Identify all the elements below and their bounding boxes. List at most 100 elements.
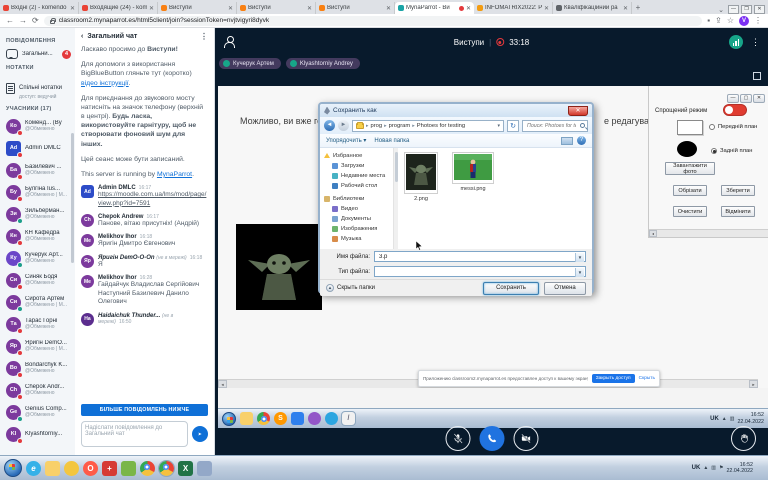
nav-back-button[interactable]: ◄	[324, 120, 335, 131]
forward-icon[interactable]: →	[19, 17, 27, 25]
close-icon[interactable]: ✕	[544, 5, 549, 12]
mynaparrot-link[interactable]: MynaParrot	[157, 171, 192, 178]
organize-menu[interactable]: Упорядочить ▾	[326, 137, 366, 144]
participant-row[interactable]: GeGenius Comp...@Обмежено	[6, 401, 71, 423]
breadcrumb-dropdown-icon[interactable]: ▾	[497, 123, 500, 129]
photo-tool-icon[interactable]	[121, 461, 136, 476]
audio-button[interactable]	[479, 426, 504, 451]
chat-messages[interactable]: Ласкаво просимо до Виступи! Для допомоги…	[81, 45, 208, 401]
tree-item-videos[interactable]: Видео	[324, 204, 393, 214]
close-icon[interactable]: ✕	[386, 5, 391, 12]
views-icon[interactable]	[561, 137, 573, 145]
user-icon[interactable]	[223, 36, 235, 48]
close-icon[interactable]: ✕	[466, 5, 471, 12]
sidebar-scrollbar[interactable]	[71, 133, 74, 263]
tab-qualification[interactable]: Кваліфікаційний ра✕	[553, 2, 632, 14]
restore-button[interactable]: ❐	[741, 5, 752, 14]
foreground-swatch[interactable]	[677, 120, 703, 135]
chrome-icon[interactable]	[140, 461, 155, 476]
language-indicator[interactable]: UK	[692, 465, 701, 471]
lock-icon[interactable]	[50, 20, 55, 24]
tab-vystupy-2[interactable]: Виступи✕	[237, 2, 316, 14]
new-tab-button[interactable]: +	[632, 2, 644, 14]
nav-forward-button[interactable]: ►	[338, 120, 349, 131]
tab-vystupy-3[interactable]: Виступи✕	[316, 2, 395, 14]
browser-menu-icon[interactable]: ⋮	[754, 17, 762, 25]
excel-icon[interactable]: X	[178, 461, 193, 476]
internet-explorer-icon[interactable]: e	[26, 461, 41, 476]
dialog-save-button[interactable]: Сохранить	[483, 282, 539, 295]
fullscreen-icon[interactable]	[753, 72, 761, 80]
save-button[interactable]: Зберегти	[721, 185, 755, 196]
filetype-input[interactable]	[377, 268, 583, 276]
search-input[interactable]	[525, 122, 578, 130]
tab-search-chevron-icon[interactable]: ⌄	[714, 6, 728, 14]
background-radio[interactable]: Задній план	[711, 148, 752, 154]
options-menu-icon[interactable]: ⋮	[751, 37, 760, 48]
foreground-radio[interactable]: Передній план	[709, 124, 757, 130]
chat-input[interactable]	[81, 421, 188, 447]
tree-item-favorites[interactable]: Избранное	[324, 151, 393, 161]
chat-options-icon[interactable]: ⋮	[200, 32, 208, 41]
app-maximize-button[interactable]: ▢	[740, 94, 752, 103]
tab-infomatrix[interactable]: INFOMATRIX2022: Pi✕	[474, 2, 553, 14]
vscode-icon[interactable]	[291, 412, 304, 425]
breadcrumb[interactable]: ▸prog ▸program ▸Photoes for testing ▾	[352, 120, 504, 132]
tray-arrow-icon[interactable]: ▲	[703, 465, 708, 471]
tray-flag-icon[interactable]: ⚑	[719, 465, 723, 471]
minimize-button[interactable]: —	[728, 5, 739, 14]
file-item[interactable]: messi.png	[452, 152, 494, 192]
participant-row[interactable]: БаБазилевич ...@Обмежено	[6, 159, 71, 181]
chat-back-icon[interactable]: ‹	[81, 33, 83, 40]
dialog-titlebar[interactable]: Сохранить как ✕	[320, 104, 592, 117]
tray-network-icon[interactable]: ▥	[711, 465, 716, 471]
talking-pill[interactable]: Klyashtorniy Andrey	[286, 58, 360, 69]
github-desktop-icon[interactable]	[308, 412, 321, 425]
filename-combo[interactable]: ▼	[374, 251, 586, 262]
close-icon[interactable]: ✕	[228, 5, 233, 12]
participant-row[interactable]: КнКН Кафедра@Обмежено	[6, 225, 71, 247]
close-icon[interactable]: ✕	[307, 5, 312, 12]
tree-item-pictures[interactable]: Изображения	[324, 224, 393, 234]
sidebar-item-public-chat[interactable]: Загальни... 4	[6, 47, 71, 61]
tree-item-music[interactable]: Музыка	[324, 234, 393, 244]
undo-button[interactable]: Відмінити	[721, 206, 755, 217]
tree-item-libraries[interactable]: Библиотеки	[324, 194, 393, 204]
video-instructions-link[interactable]: відео інструкції	[81, 80, 129, 87]
webcam-button[interactable]	[513, 426, 538, 451]
load-photo-button[interactable]: Завантажити фото	[665, 162, 715, 175]
app-minimize-button[interactable]: —	[727, 94, 739, 103]
messenger-icon[interactable]	[64, 461, 79, 476]
taskbar-clock[interactable]: 16:5222.04.2022	[726, 462, 753, 474]
dialog-close-button[interactable]: ✕	[568, 106, 588, 116]
chevron-down-icon[interactable]: ▼	[575, 253, 584, 262]
share-icon[interactable]: ⇪	[715, 17, 722, 25]
participant-row[interactable]: ЯрЯригін DemO...@Обмежено | М...	[6, 335, 71, 357]
dialog-cancel-button[interactable]: Отмена	[544, 282, 586, 295]
shared-clock[interactable]: 16:5222.04.2022	[737, 412, 764, 424]
windows-explorer-icon[interactable]	[45, 461, 60, 476]
start-button-icon[interactable]	[4, 459, 22, 477]
sidebar-item-shared-notes[interactable]: Спільні нотатки доступ: ведучий	[6, 74, 71, 102]
file-item[interactable]: 2.png	[404, 152, 438, 202]
tray-network-icon[interactable]: ▥	[730, 416, 735, 422]
participant-row[interactable]: BoBondarchyk K...@Обмежено	[6, 357, 71, 379]
participant-row[interactable]: ЗиЗильберман...@Обмежено	[6, 203, 71, 225]
refresh-icon[interactable]: ↻	[507, 120, 519, 132]
crop-button[interactable]: Обрізати	[673, 185, 707, 196]
participant-row[interactable]: AdAdmin DMLC	[6, 137, 71, 159]
windows-explorer-icon[interactable]	[240, 412, 253, 425]
raise-hand-button[interactable]	[731, 426, 756, 451]
new-folder-button[interactable]: Новая папка	[374, 138, 409, 144]
back-icon[interactable]: ←	[6, 17, 14, 25]
tab-inbox-1[interactable]: Вхідні (2) - komendo✕	[0, 2, 79, 14]
opera-icon[interactable]: O	[83, 461, 98, 476]
chrome-active-icon[interactable]	[159, 461, 174, 476]
app-close-button[interactable]: ✕	[753, 94, 765, 103]
sublime-text-icon[interactable]: S	[274, 412, 287, 425]
close-window-button[interactable]: ✕	[754, 5, 765, 14]
start-button-icon[interactable]	[222, 412, 236, 426]
tree-item-homegroup[interactable]: Домашняя группа ▾	[324, 247, 393, 249]
participant-row[interactable]: ChChepok Andr...@Обмежено	[6, 379, 71, 401]
tab-inbox-2[interactable]: Входящие (24) - kom✕	[79, 2, 158, 14]
